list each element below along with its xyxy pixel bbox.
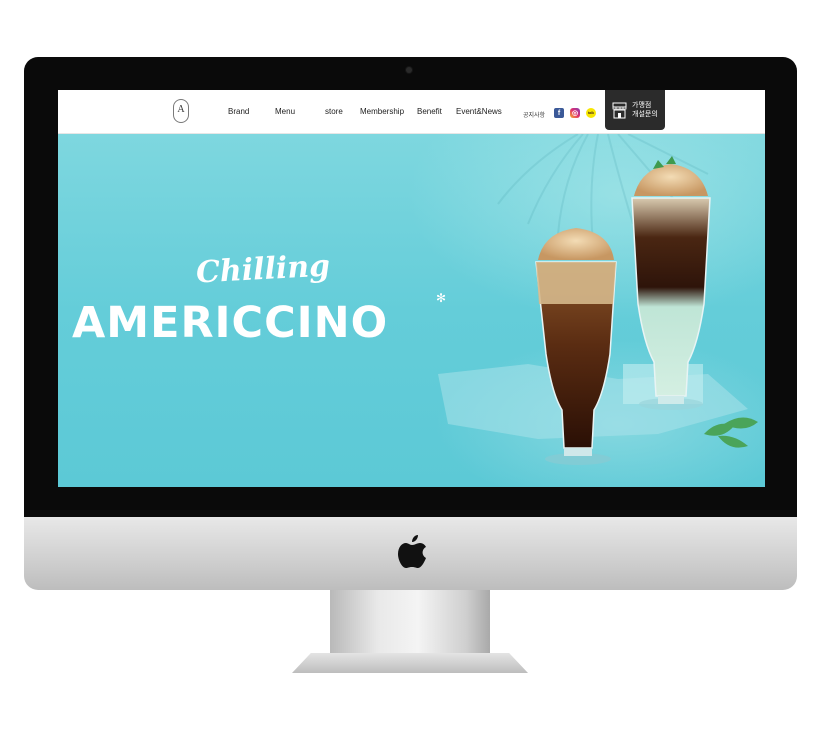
monitor-stand-neck (330, 590, 490, 654)
nav-item-membership[interactable]: Membership (360, 107, 404, 116)
brand-logo[interactable]: A (173, 99, 189, 123)
hero-banner: Chilling AMERICCINO ✻ (58, 134, 765, 487)
hero-script-title: Chilling (195, 248, 331, 291)
webcam-icon (406, 67, 412, 73)
franchise-label-line2: 개설문의 (632, 111, 658, 118)
store-icon (612, 102, 627, 118)
hero-title: AMERICCINO (72, 298, 389, 348)
monitor-stand-foot (292, 653, 528, 673)
nav-item-event-news[interactable]: Event&News (456, 107, 502, 116)
nav-item-benefit[interactable]: Benefit (417, 107, 442, 116)
mint-garnish (704, 417, 758, 448)
apple-logo-icon (398, 535, 426, 568)
franchise-label-line1: 가맹점 (632, 102, 652, 109)
snowflake-icon: ✻ (436, 291, 447, 305)
kakaotalk-icon[interactable]: talk (586, 108, 596, 118)
franchise-label: 가맹점 개설문의 (632, 101, 658, 119)
nav-item-menu[interactable]: Menu (275, 107, 295, 116)
franchise-inquiry-button[interactable]: 가맹점 개설문의 (605, 90, 665, 130)
top-navigation: A Brand Menu store Membership Benefit Ev… (58, 90, 765, 134)
nav-item-store[interactable]: store (325, 107, 343, 116)
nav-item-brand[interactable]: Brand (228, 107, 249, 116)
instagram-icon[interactable]: ◎ (570, 108, 580, 118)
facebook-icon[interactable]: f (554, 108, 564, 118)
website-screen: A Brand Menu store Membership Benefit Ev… (58, 90, 765, 487)
notice-link[interactable]: 공지사항 (523, 110, 545, 119)
